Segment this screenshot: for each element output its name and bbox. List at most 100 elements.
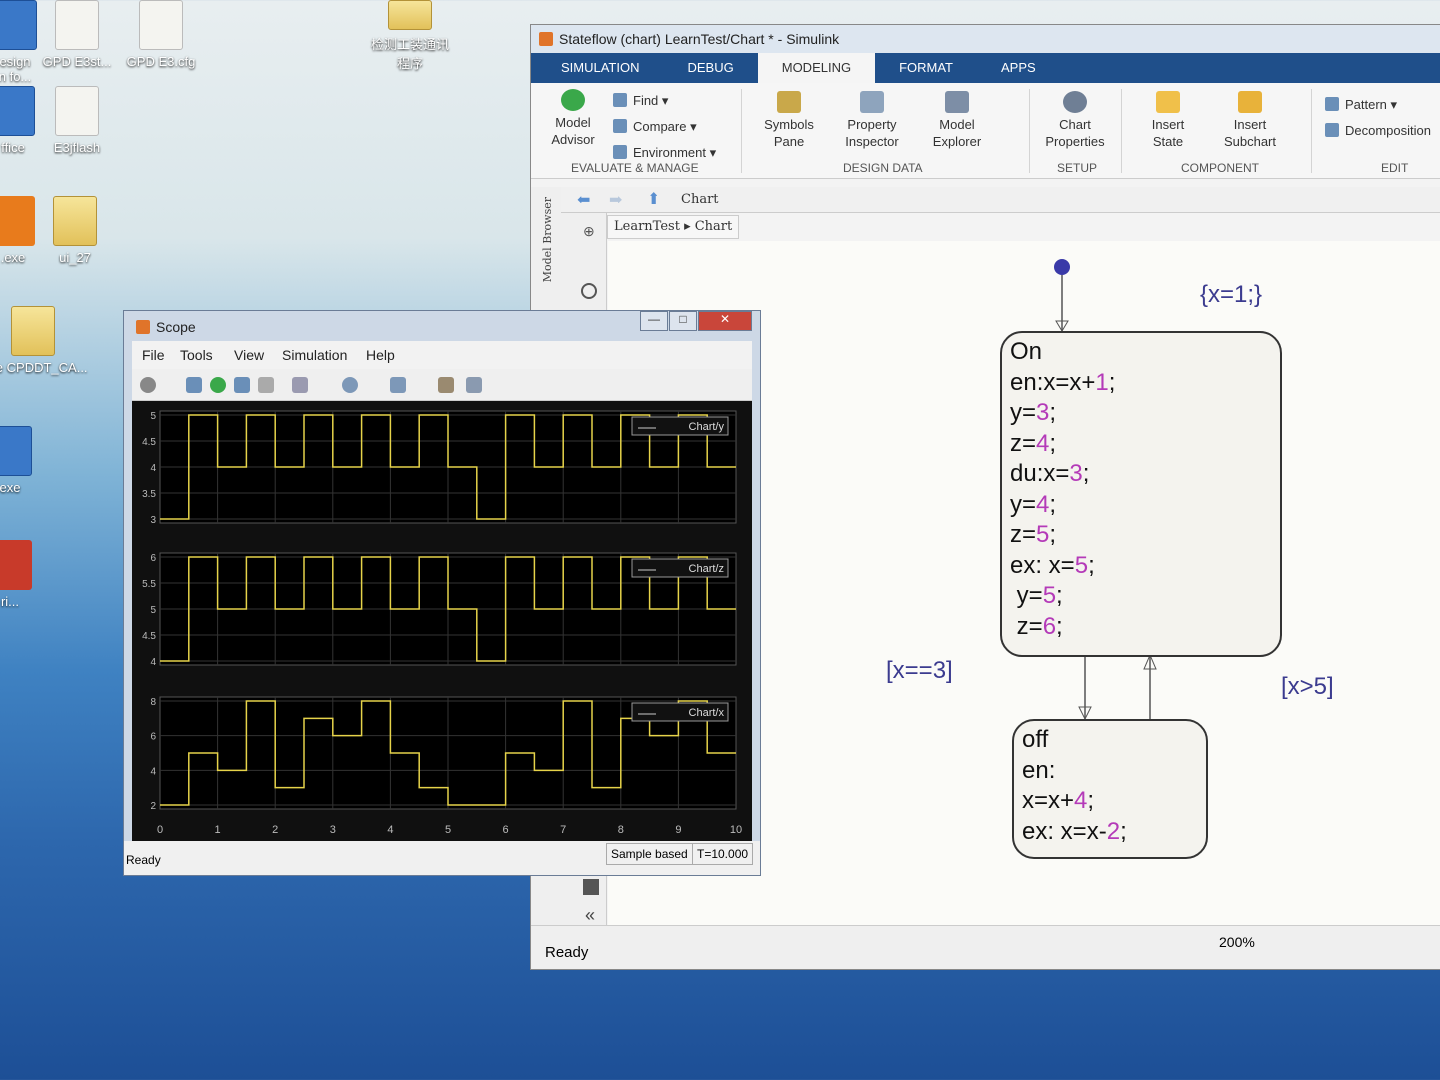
breadcrumb-model[interactable]: LearnTest: [614, 219, 680, 234]
file-icon: [139, 0, 183, 50]
scope-titlebar[interactable]: Scope — □ ✕: [124, 311, 760, 341]
step-back-icon[interactable]: [186, 377, 202, 393]
find-button[interactable]: Find ▾: [613, 93, 668, 109]
model-advisor-button[interactable]: Model Advisor: [539, 89, 607, 148]
desktop-icon[interactable]: GPD E3.cfg: [106, 0, 216, 69]
group-label: SETUP: [1057, 161, 1098, 175]
menu-help[interactable]: Help: [366, 347, 395, 363]
action-number: 3: [1036, 399, 1050, 426]
desktop-icon[interactable]: ri...: [0, 540, 65, 609]
decomposition-button[interactable]: Decomposition: [1325, 123, 1431, 138]
measurements-icon[interactable]: [466, 377, 482, 393]
desktop-icon[interactable]: exe: [0, 426, 65, 495]
app-icon: [0, 426, 32, 476]
zoom-icon[interactable]: [342, 377, 358, 393]
action-number: 5: [1042, 582, 1057, 609]
up-arrow-icon[interactable]: ⬆: [647, 189, 660, 208]
action-number: 1: [1095, 368, 1109, 396]
default-transition-action[interactable]: {x=1;}: [1200, 281, 1262, 309]
action-number: 5: [1074, 551, 1089, 579]
y-tick-label: 4: [150, 657, 156, 668]
tab-debug[interactable]: DEBUG: [664, 53, 758, 83]
action-number: 4: [1036, 429, 1050, 457]
highlight-icon[interactable]: [292, 377, 308, 393]
forward-arrow-icon[interactable]: ➡: [609, 190, 622, 209]
tab-simulation[interactable]: SIMULATION: [537, 53, 664, 83]
x-tick-label: 6: [503, 824, 509, 836]
decomposition-icon: [1325, 123, 1339, 137]
desktop-icon[interactable]: E3jflash: [22, 86, 132, 155]
group-label: COMPONENT: [1181, 161, 1259, 175]
property-inspector-button[interactable]: Property Inspector: [831, 91, 913, 150]
model-explorer-button[interactable]: Model Explorer: [919, 91, 995, 150]
divider: [741, 89, 742, 173]
folder-icon: [53, 196, 97, 246]
action-text: en:x=x+: [1010, 368, 1096, 396]
action-number: 2: [1106, 817, 1121, 845]
insert-subchart-button[interactable]: Insert Subchart: [1211, 91, 1289, 150]
action-suffix: ;: [1049, 399, 1057, 426]
state-action-line: y=5;: [1010, 581, 1272, 612]
tab-modeling[interactable]: MODELING: [757, 53, 876, 83]
x-tick-label: 2: [272, 824, 278, 836]
tab-apps[interactable]: APPS: [977, 53, 1060, 83]
transition-label-to-on[interactable]: [x>5]: [1281, 673, 1334, 701]
nav-chart-label: Chart: [681, 192, 719, 207]
insert-state-button[interactable]: Insert State: [1131, 91, 1205, 150]
state-off[interactable]: off en: x=x+4; ex: x=x-2;: [1012, 719, 1208, 859]
group-label: EDIT: [1381, 161, 1409, 175]
divider: [1121, 89, 1122, 173]
pattern-button[interactable]: Pattern ▾: [1325, 97, 1397, 113]
close-button[interactable]: ✕: [698, 311, 752, 331]
environment-button[interactable]: Environment ▾: [613, 145, 716, 161]
menu-file[interactable]: File: [142, 347, 165, 363]
action-suffix: ;: [1120, 817, 1127, 845]
window-titlebar[interactable]: Stateflow (chart) LearnTest/Chart * - Si…: [531, 25, 1440, 53]
x-tick-label: 3: [330, 824, 336, 836]
default-transition-dot: [1054, 259, 1070, 275]
menu-simulation[interactable]: Simulation: [282, 347, 347, 363]
file-icon: [55, 86, 99, 136]
x-tick-label: 9: [675, 824, 681, 836]
run-icon[interactable]: [210, 377, 226, 393]
back-arrow-icon[interactable]: ⬅: [577, 190, 590, 209]
desktop-icon[interactable]: .exe CPDDT_CA...: [0, 306, 88, 375]
action-text: ex: x=: [1010, 551, 1075, 579]
state-on[interactable]: On en:x=x+1; y=3; z=4; du:x=3; y=4; z=5; ex: x…: [1000, 331, 1282, 657]
desktop-icon[interactable]: 检测工装通讯 程序: [355, 0, 465, 72]
triggers-icon[interactable]: [438, 377, 454, 393]
maximize-button[interactable]: □: [669, 311, 697, 331]
menu-tools[interactable]: Tools: [180, 347, 213, 363]
settings-gear-icon[interactable]: [140, 377, 156, 393]
action-number: 5: [1036, 521, 1050, 548]
scope-chart: 3 3.5 4 4.5 5 Chart/y 4 4.5 5 5.5 6 Chart/z 2 4 6 8 Char…: [142, 410, 742, 836]
scope-status-text: Ready: [126, 853, 161, 867]
hide-browser-icon[interactable]: ⊕: [583, 223, 595, 240]
step-forward-icon[interactable]: [234, 377, 250, 393]
x-tick-label: 4: [387, 824, 393, 836]
ribbon: Model Advisor Find ▾ Compare ▾ Environme…: [531, 83, 1440, 179]
chart-properties-button[interactable]: Chart Properties: [1036, 91, 1114, 150]
action-text: z=: [1010, 521, 1037, 548]
magnifier-icon: [613, 93, 627, 107]
scale-axes-icon[interactable]: [390, 377, 406, 393]
symbols-pane-button[interactable]: Symbols Pane: [753, 91, 825, 150]
zoom-icon[interactable]: [581, 283, 597, 299]
minimize-button[interactable]: —: [640, 311, 668, 331]
state-action-line: du:x=3;: [1010, 459, 1272, 490]
compare-button[interactable]: Compare ▾: [613, 119, 697, 135]
action-suffix: ;: [1049, 490, 1057, 518]
breadcrumb-chart[interactable]: Chart: [695, 219, 733, 234]
y-tick-label: 6: [150, 553, 156, 564]
image-icon[interactable]: [583, 879, 599, 895]
scope-menubar: File Tools View Simulation Help: [132, 341, 752, 369]
menu-view[interactable]: View: [234, 347, 264, 363]
model-browser-label[interactable]: Model Browser: [541, 197, 554, 282]
stop-icon[interactable]: [258, 377, 274, 393]
collapse-icon[interactable]: «: [585, 905, 595, 926]
scope-plot-area[interactable]: 3 3.5 4 4.5 5 Chart/y 4 4.5 5 5.5 6 Chart/z 2 4 6 8 Char…: [132, 401, 752, 841]
desktop-icon[interactable]: ui_27: [20, 196, 130, 265]
window-title: Stateflow (chart) LearnTest/Chart * - Si…: [559, 31, 840, 47]
transition-label-to-off[interactable]: [x==3]: [886, 657, 953, 685]
tab-format[interactable]: FORMAT: [875, 53, 977, 83]
